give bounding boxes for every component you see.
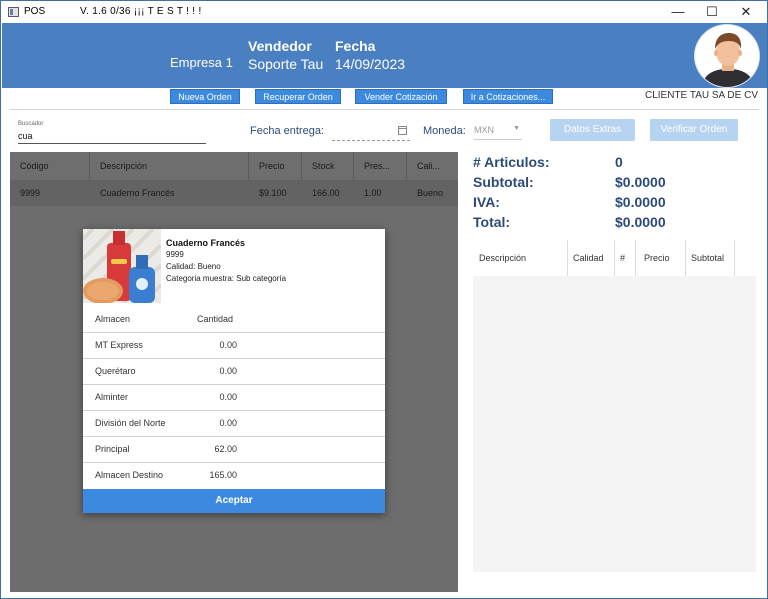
col-price[interactable]: Precio — [249, 152, 302, 180]
verify-order-button[interactable]: Verificar Orden — [650, 119, 738, 141]
version-label: V. 1.6 0/36 ¡¡¡ T E S T ! ! ! — [80, 6, 202, 17]
client-name: CLIENTE TAU SA DE CV — [645, 90, 758, 101]
items-label: # Articulos: — [473, 154, 550, 170]
warehouse-quantity: 0.00 — [219, 340, 237, 350]
cell-price: $9.100 — [259, 188, 287, 198]
dialog-col-quantity: Cantidad — [197, 314, 234, 324]
col-presentation[interactable]: Pres... — [354, 152, 407, 180]
items-value: 0 — [615, 154, 623, 170]
list-item: Principal 62.00 — [83, 436, 385, 462]
calendar-icon[interactable] — [398, 126, 407, 135]
close-button[interactable]: ✕ — [729, 1, 763, 23]
avatar-icon — [696, 25, 759, 87]
order-col-spacer — [735, 240, 756, 276]
col-description[interactable]: Descripción — [90, 152, 249, 180]
date-label: Fecha — [335, 38, 376, 54]
order-col-quality[interactable]: Calidad — [568, 240, 615, 276]
maximize-button[interactable]: ☐ — [695, 1, 729, 23]
cell-stock: 166.00 — [312, 188, 340, 198]
title-bar: POS V. 1.6 0/36 ¡¡¡ T E S T ! ! ! — ☐ ✕ — [1, 1, 767, 23]
sell-quote-button[interactable]: Vender Cotización — [355, 89, 447, 104]
list-item: División del Norte 0.00 — [83, 410, 385, 436]
order-col-description[interactable]: Descripción — [473, 240, 568, 276]
currency-value: MXN — [474, 125, 494, 135]
iva-value: $0.0000 — [615, 194, 666, 210]
order-col-subtotal[interactable]: Subtotal — [686, 240, 735, 276]
cell-code: 9999 — [20, 188, 41, 198]
table-row[interactable]: 9999 Cuaderno Francés $9.100 166.00 1.00… — [10, 180, 458, 206]
recover-order-button[interactable]: Recuperar Orden — [255, 89, 341, 104]
search-input[interactable]: cua — [18, 130, 206, 144]
product-table-header: Código Descripción Precio Stock Pres... … — [10, 152, 458, 180]
header-bar: Empresa 1 Vendedor Soporte Tau Fecha 14/… — [2, 23, 767, 88]
accept-button[interactable]: Aceptar — [83, 489, 385, 513]
company-name: Empresa 1 — [170, 55, 233, 70]
extra-data-button[interactable]: Datos Extras — [550, 119, 635, 141]
warehouse-name: Principal — [95, 444, 130, 454]
cell-quality: Bueno — [417, 188, 444, 198]
warehouse-quantity: 0.00 — [219, 366, 237, 376]
warehouse-name: Querétaro — [95, 366, 136, 376]
dialog-product-code: 9999 — [166, 250, 184, 259]
iva-label: IVA: — [473, 194, 500, 210]
cell-description: Cuaderno Francés — [100, 188, 175, 198]
app-icon — [8, 7, 19, 17]
seller-label: Vendedor — [248, 38, 312, 54]
delivery-date-input[interactable] — [332, 124, 410, 141]
list-item: Almacen Destino 165.00 — [83, 462, 385, 488]
total-label: Total: — [473, 214, 511, 230]
warehouse-name: Almacen Destino — [95, 470, 164, 480]
go-quotes-button[interactable]: Ir a Cotizaciones... — [463, 89, 553, 104]
dropdown-caret-icon: ▼ — [513, 125, 520, 132]
currency-select[interactable]: MXN ▼ — [474, 125, 522, 140]
dialog-product-category: Categoria muestra: Sub categoría — [166, 274, 287, 283]
search-label: Buscador — [18, 121, 44, 127]
app-name: POS — [24, 6, 46, 17]
date-value: 14/09/2023 — [335, 56, 406, 72]
warehouse-name: MT Express — [95, 340, 143, 350]
action-row: Nueva Orden Recuperar Orden Vender Cotiz… — [2, 88, 767, 106]
pos-window: POS V. 1.6 0/36 ¡¡¡ T E S T ! ! ! — ☐ ✕ … — [0, 0, 768, 599]
warehouse-quantity: 0.00 — [219, 418, 237, 428]
warehouse-quantity: 165.00 — [209, 470, 237, 480]
dialog-product-quality: Calidad: Bueno — [166, 262, 221, 271]
subtotal-value: $0.0000 — [615, 174, 666, 190]
dialog-product-name: Cuaderno Francés — [166, 238, 246, 248]
new-order-button[interactable]: Nueva Orden — [170, 89, 240, 104]
list-item: Alminter 0.00 — [83, 384, 385, 410]
stock-dialog: Cuaderno Francés 9999 Calidad: Bueno Cat… — [83, 229, 385, 513]
warehouse-name: Alminter — [95, 392, 129, 402]
col-quality[interactable]: Cali... — [407, 152, 458, 180]
warehouse-quantity: 62.00 — [214, 444, 237, 454]
total-value: $0.0000 — [615, 214, 666, 230]
col-stock[interactable]: Stock — [302, 152, 354, 180]
list-item: MT Express 0.00 — [83, 332, 385, 358]
order-table: Descripción Calidad # Precio Subtotal — [473, 240, 756, 572]
seller-value: Soporte Tau — [248, 56, 324, 72]
cell-presentation: 1.00 — [364, 188, 382, 198]
currency-label: Moneda: — [423, 125, 466, 137]
order-col-count[interactable]: # — [615, 240, 636, 276]
subtotal-label: Subtotal: — [473, 174, 534, 190]
product-illustration — [83, 229, 161, 303]
product-image — [83, 229, 161, 303]
dialog-col-warehouse: Almacen — [95, 314, 131, 324]
warehouse-quantity: 0.00 — [219, 392, 237, 402]
warehouse-name: División del Norte — [95, 418, 166, 428]
minimize-button[interactable]: — — [661, 1, 695, 23]
col-code[interactable]: Código — [10, 152, 90, 180]
list-item: Querétaro 0.00 — [83, 358, 385, 384]
delivery-date-label: Fecha entrega: — [250, 125, 324, 137]
order-col-price[interactable]: Precio — [636, 240, 686, 276]
user-avatar[interactable] — [694, 24, 760, 88]
